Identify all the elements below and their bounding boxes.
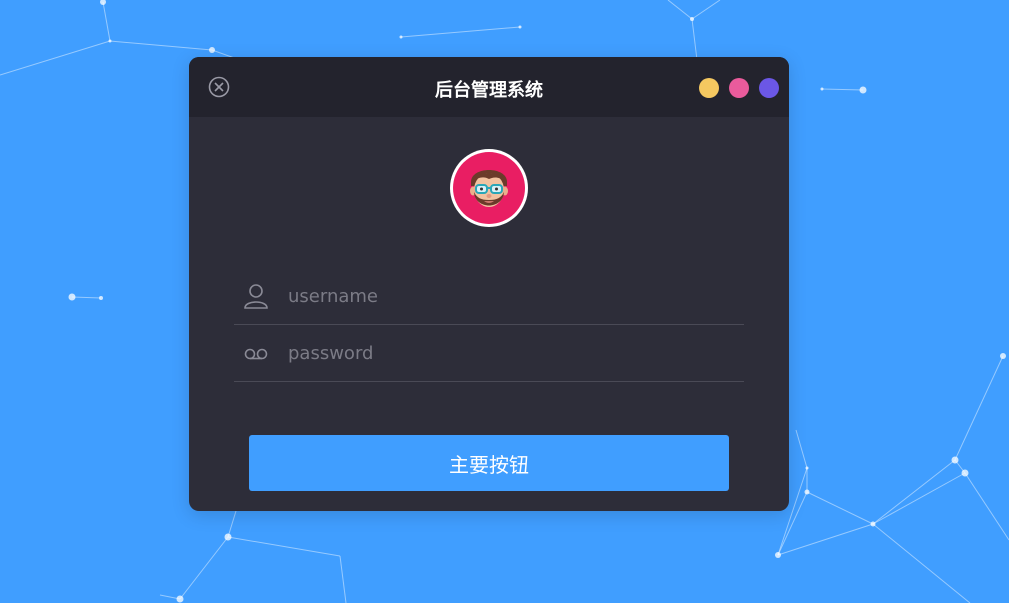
bearded-man-avatar-icon	[453, 152, 525, 224]
password-input[interactable]	[288, 335, 728, 371]
password-field	[234, 325, 744, 382]
window-titlebar: 后台管理系统	[189, 57, 789, 117]
window-dot-purple[interactable]	[759, 78, 779, 98]
login-window: 后台管理系统 username 主要按钮	[189, 57, 789, 511]
window-dot-yellow[interactable]	[699, 78, 719, 98]
circle-x-icon[interactable]	[208, 76, 230, 98]
username-field	[234, 268, 744, 325]
username-input[interactable]	[288, 278, 728, 314]
user-icon	[242, 282, 270, 310]
voicemail-icon	[242, 339, 270, 367]
avatar	[450, 149, 528, 227]
window-dot-pink[interactable]	[729, 78, 749, 98]
submit-button[interactable]: 主要按钮	[249, 435, 729, 491]
